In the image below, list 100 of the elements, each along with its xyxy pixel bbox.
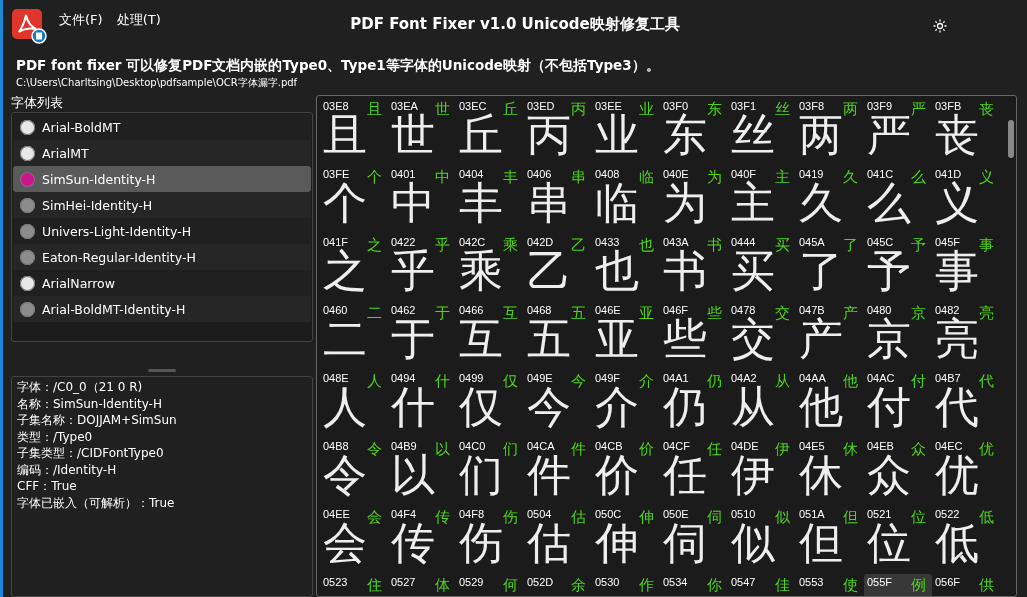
glyph-code: 04B8 [323, 440, 349, 452]
font-list-item[interactable]: ArialNarrow [13, 270, 311, 296]
glyph-char: 个 [323, 180, 367, 228]
info-line: 字体已嵌入（可解析）：True [17, 494, 176, 511]
glyph-char: 乘 [459, 248, 504, 296]
unicode-char: 件 [571, 440, 586, 458]
glyph-cell[interactable]: 0534 你 [660, 574, 728, 596]
glyph-code: 04B9 [391, 440, 417, 452]
glyph-code: 0553 [799, 576, 824, 588]
glyph-code: 0478 [731, 304, 756, 316]
glyph-code: 0482 [935, 304, 960, 316]
scrollbar-thumb[interactable] [1008, 120, 1014, 158]
glyph-char: 了 [799, 248, 844, 296]
glyph-code: 041C [867, 168, 894, 180]
unicode-char: 义 [979, 168, 994, 186]
glyph-char: 仍 [663, 384, 707, 432]
unicode-char: 亚 [639, 304, 654, 322]
glyph-cell[interactable]: 0547 佳 [728, 574, 796, 596]
glyph-code: 055F [867, 576, 893, 588]
glyph-code: 0468 [527, 304, 552, 316]
file-path: C:\Users\Charltsing\Desktop\pdfsample\OCR字体漏字.pdf [15, 76, 299, 90]
glyph-char: 世 [391, 112, 435, 160]
unicode-char: 个 [367, 168, 382, 186]
glyph-char: 亚 [595, 316, 640, 364]
sun-icon[interactable] [933, 19, 947, 33]
font-list-item[interactable]: Arial-BoldMT [13, 114, 311, 140]
pdf-document-icon [11, 8, 47, 44]
menu-item[interactable]: 处理(T) [116, 11, 161, 29]
info-line: 类型：/Type0 [17, 428, 94, 445]
glyph-code: 049E [527, 372, 553, 384]
glyph-cell[interactable]: 0553 使 [796, 574, 864, 596]
glyph-code: 043A [663, 236, 689, 248]
glyph-cell[interactable]: 055F 例 [864, 574, 932, 596]
glyph-code: 04E5 [799, 440, 825, 452]
glyph-char: 么 [867, 180, 911, 228]
glyph-code: 0460 [323, 304, 348, 316]
glyph-code: 045C [867, 236, 894, 248]
glyph-char: 他 [799, 384, 843, 432]
font-list-item[interactable]: ArialMT [13, 140, 311, 166]
glyph-char: 伊 [731, 452, 775, 500]
glyph-cell[interactable]: 052D 余 [524, 574, 592, 596]
glyph-code: 04B7 [935, 372, 961, 384]
glyph-char: 仅 [459, 384, 503, 432]
unicode-char: 什 [435, 372, 450, 390]
glyph-char: 业 [595, 112, 640, 160]
unicode-char: 体 [435, 576, 450, 594]
glyph-char: 且 [323, 112, 368, 160]
glyph-cell[interactable]: 0527 体 [388, 574, 456, 596]
glyph-code: 04A2 [731, 372, 757, 384]
glyph-cell[interactable]: 056F 供 [932, 574, 1000, 596]
glyph-code: 03EC [459, 100, 487, 112]
unicode-char: 予 [911, 236, 926, 254]
unicode-char: 严 [911, 100, 926, 118]
unicode-char: 乘 [503, 236, 518, 254]
glyph-char: 事 [935, 248, 979, 296]
glyph-char: 传 [391, 520, 435, 568]
unicode-char: 产 [843, 304, 858, 322]
glyph-char: 乙 [527, 248, 572, 296]
unicode-char: 令 [367, 440, 382, 458]
font-list-item[interactable]: Univers-Light-Identity-H [13, 218, 311, 244]
unicode-char: 亮 [979, 304, 994, 322]
glyph-char: 似 [731, 520, 775, 568]
glyph-code: 042C [459, 236, 486, 248]
font-list-item[interactable]: Arial-BoldMT-Identity-H [13, 296, 311, 322]
unicode-char: 作 [639, 576, 654, 594]
unicode-char: 久 [843, 168, 858, 186]
unicode-char: 伤 [503, 508, 518, 526]
glyph-char: 严 [867, 112, 912, 160]
font-list-item[interactable]: SimSun-Identity-H [13, 166, 311, 192]
unicode-char: 供 [979, 576, 994, 594]
glyph-cell[interactable]: 0530 作 [592, 574, 660, 596]
glyph-code: 04DE [731, 440, 759, 452]
unicode-char: 京 [911, 304, 926, 322]
glyph-code: 0522 [935, 508, 960, 520]
glyph-char: 估 [527, 520, 571, 568]
glyph-code: 050C [595, 508, 622, 520]
glyph-char: 中 [391, 180, 435, 228]
unicode-char: 串 [571, 168, 586, 186]
glyph-char: 任 [663, 452, 707, 500]
glyph-code: 04CF [663, 440, 690, 452]
unicode-char: 伺 [707, 508, 722, 526]
unicode-char: 丙 [571, 100, 586, 118]
glyph-char: 京 [867, 316, 912, 364]
font-list-label: 字体列表 [11, 95, 64, 112]
unicode-char: 从 [775, 372, 790, 390]
unicode-char: 且 [367, 100, 382, 118]
glyph-code: 047B [799, 304, 825, 316]
font-list-item[interactable]: Eaton-Regular-Identity-H [13, 244, 311, 270]
description-text: PDF font fixer 可以修复PDF文档内嵌的Type0、Type1等字体的Unicode映射（不包括Type3）。 [15, 57, 661, 75]
unicode-char: 丰 [503, 168, 518, 186]
unicode-char: 买 [775, 236, 790, 254]
glyph-char: 丰 [459, 180, 504, 228]
glyph-cell[interactable]: 0523 住 [320, 574, 388, 596]
font-list-item[interactable]: SimHei-Identity-H [13, 192, 311, 218]
unicode-char: 中 [435, 168, 450, 186]
glyph-cell[interactable]: 0529 何 [456, 574, 524, 596]
info-line: 子集类型：/CIDFontType0 [17, 445, 165, 462]
glyph-char: 们 [459, 452, 503, 500]
splitter-handle[interactable] [148, 369, 176, 372]
menu-item[interactable]: 文件(F) [59, 11, 103, 29]
